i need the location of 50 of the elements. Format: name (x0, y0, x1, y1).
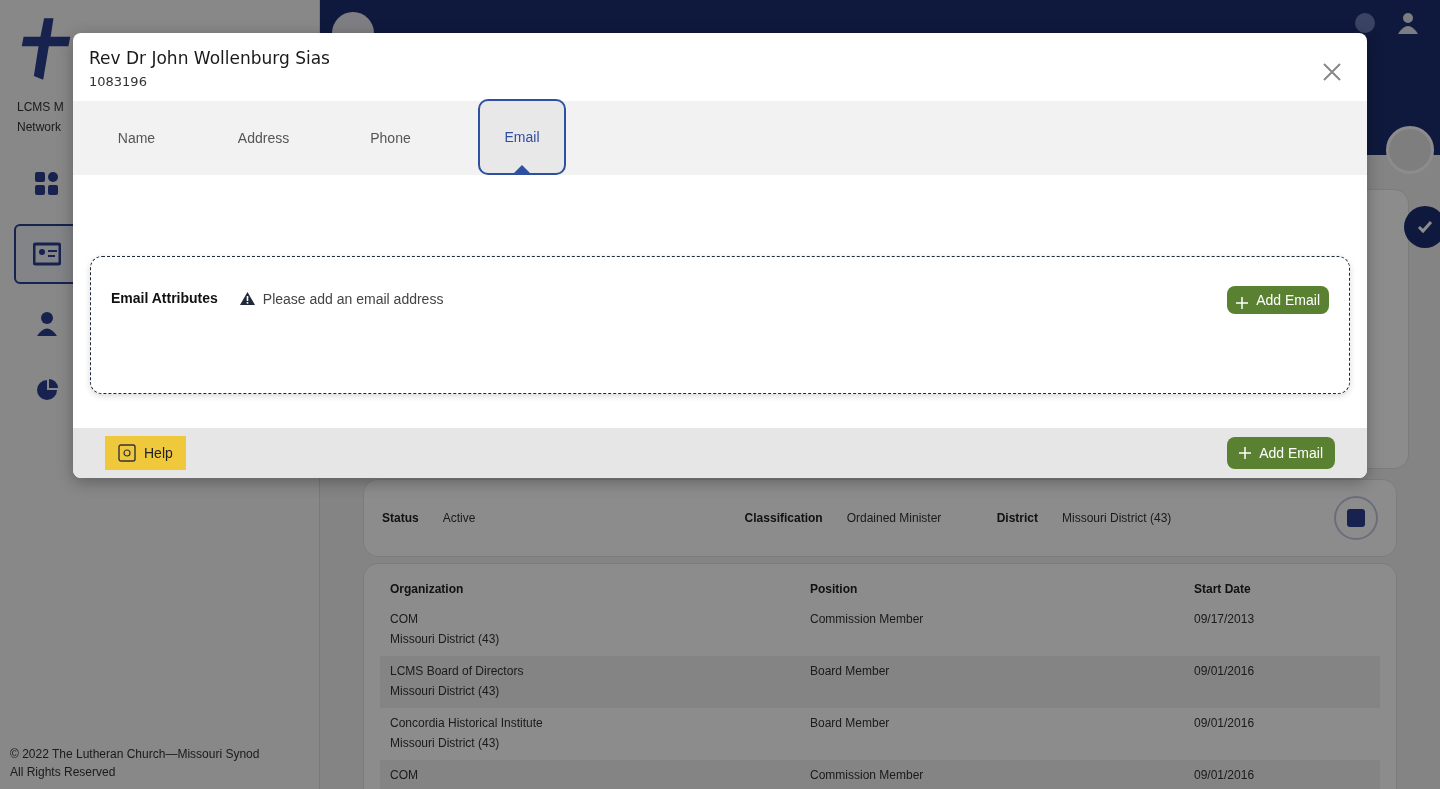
dialog-subtitle: 1083196 (89, 74, 148, 89)
field-value: Active (442, 511, 476, 525)
field-label: Classification (744, 511, 823, 525)
table-cell-text: Missouri District (43) (390, 736, 501, 750)
warning-icon (239, 292, 255, 305)
check-icon[interactable] (1404, 206, 1440, 248)
copyright-text: All Rights Reserved (10, 765, 117, 779)
table-cell-text: Commission Member (810, 768, 925, 784)
table-cell-text: 09/01/2016 (1194, 768, 1256, 784)
edit-button[interactable] (1334, 496, 1378, 540)
table-cell-text: 09/01/2016 (1194, 716, 1256, 732)
pie-chart-icon (36, 379, 58, 401)
table-cell-text: Missouri District (43) (390, 632, 501, 646)
table-cell-text: 09/01/2016 (1194, 664, 1256, 680)
close-icon[interactable] (1323, 63, 1341, 81)
field-label: Status (382, 511, 419, 525)
brand-text: LCMS M (17, 100, 65, 114)
add-email-button[interactable]: Add Email (1227, 286, 1329, 314)
copyright-text: © 2022 The Lutheran Church—Missouri Synod (10, 747, 261, 761)
column-header: Organization (390, 582, 465, 596)
plus-icon (1236, 297, 1249, 309)
person-icon (36, 311, 58, 337)
table-cell-text: Missouri District (43) (390, 684, 501, 698)
table-cell-text: 09/17/2013 (1194, 612, 1256, 628)
tab[interactable]: Address (200, 101, 327, 175)
id-card-icon (33, 242, 61, 266)
table-cell-text: Commission Member (810, 612, 925, 628)
tab[interactable]: Name (73, 101, 200, 175)
user-icon[interactable] (1398, 12, 1418, 34)
dialog-title: Rev Dr John Wollenburg Sias (89, 48, 331, 68)
plus-icon (1239, 447, 1252, 459)
add-email-button[interactable]: Add Email (1227, 437, 1335, 469)
tab[interactable]: Email (478, 99, 566, 175)
table-cell-text: Board Member (810, 716, 891, 732)
field-label: District (996, 511, 1038, 525)
field-value: Ordained Minister (846, 511, 942, 525)
warning-text: Please add an email address (262, 291, 444, 307)
table-cell-text: COM (390, 612, 419, 626)
column-header: Position (810, 582, 859, 596)
table-cell-text: Concordia Historical Institute (390, 716, 544, 730)
tab[interactable]: Phone (327, 101, 454, 175)
grid-icon (34, 171, 60, 197)
table-cell-text: COM (390, 768, 419, 782)
brand-text: Network (17, 120, 62, 134)
section-title: Email Attributes (111, 290, 218, 306)
table-cell-text: LCMS Board of Directors (390, 664, 525, 678)
field-value: Missouri District (43) (1062, 511, 1172, 525)
table-cell-text: Board Member (810, 664, 891, 680)
column-header: Start Date (1194, 582, 1252, 596)
help-button[interactable]: Help (105, 436, 186, 470)
